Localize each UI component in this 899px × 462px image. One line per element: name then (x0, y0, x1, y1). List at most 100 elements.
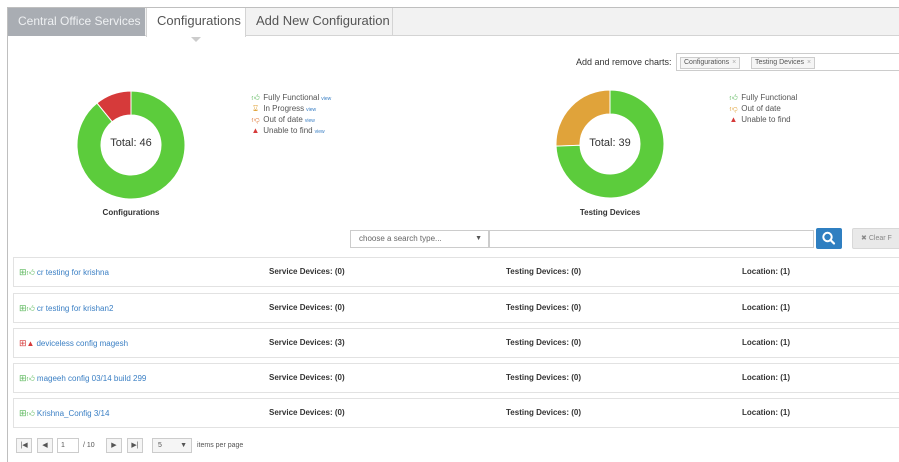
thumbs-up-icon: 👍︎ (26, 268, 35, 277)
service-devices: Service Devices: (0) (269, 408, 345, 417)
configuration-link[interactable]: mageeh config 03/14 build 299 (37, 374, 146, 383)
chip-configurations[interactable]: Configurations × (680, 57, 741, 69)
testing-devices: Testing Devices: (0) (506, 373, 581, 382)
configurations-chart-title: Configurations (102, 208, 160, 217)
page-number-input[interactable]: 1 (57, 438, 79, 453)
warning-icon: ▲ (251, 126, 260, 135)
service-devices: Service Devices: (3) (269, 338, 345, 347)
list-item[interactable]: ⊞▲ deviceless config magesh Service Devic… (13, 328, 899, 358)
last-page-button[interactable]: ▶| (127, 438, 143, 453)
location: Location: (1) (742, 267, 790, 276)
clear-filters-button[interactable]: ✖ Clear F (852, 228, 899, 249)
thumbs-up-icon: 👍︎ (26, 374, 35, 383)
page-size-select[interactable]: 5 ▼ (152, 438, 192, 453)
list-item[interactable]: ⊞👍︎ mageeh config 03/14 build 299 Service… (13, 363, 899, 393)
search-type-select[interactable]: choose a search type... ▼ (350, 230, 489, 248)
view-link[interactable]: view (315, 129, 325, 135)
location: Location: (1) (742, 408, 790, 417)
legend-item: ⌛︎ In Progress view (250, 103, 331, 114)
location: Location: (1) (742, 338, 790, 347)
legend-item: 👎︎ Out of date view (250, 114, 331, 125)
testing-devices-legend: 👍︎ Fully Functional 👎︎ Out of date ▲ Una… (728, 92, 797, 125)
warning-icon: ▲ (26, 339, 35, 348)
page-count: / 10 (83, 442, 95, 449)
thumbs-up-icon: 👍︎ (26, 304, 35, 313)
service-devices: Service Devices: (0) (269, 303, 345, 312)
tab-bar: Central Office Services Configurations A… (8, 8, 899, 42)
search-type-placeholder: choose a search type... (359, 234, 442, 243)
legend-item: ▲ Unable to find view (250, 125, 331, 136)
hourglass-icon: ⌛︎ (252, 104, 259, 113)
testing-devices-chart-title: Testing Devices (579, 208, 641, 217)
legend-label: Unable to find (741, 115, 791, 124)
page-size-value: 5 (158, 442, 162, 449)
testing-devices-total: Total: 39 (589, 137, 631, 149)
close-icon: ✖ (861, 235, 867, 242)
legend-item: 👍︎ Fully Functional view (250, 92, 331, 103)
configuration-name[interactable]: ⊞👍︎ cr testing for krishan2 (19, 294, 113, 323)
list-item[interactable]: ⊞👍︎ cr testing for krishna Service Device… (13, 257, 899, 287)
configuration-name[interactable]: ⊞👍︎ cr testing for krishna (19, 258, 109, 287)
testing-devices: Testing Devices: (0) (506, 303, 581, 312)
list-item[interactable]: ⊞👍︎ cr testing for krishan2 Service Devic… (13, 293, 899, 323)
thumbs-up-icon: 👍︎ (251, 93, 260, 102)
chip-label: Configurations (684, 59, 730, 66)
clear-label: Clear F (868, 235, 892, 242)
configurations-legend: 👍︎ Fully Functional view ⌛︎ In Progress vi… (250, 92, 331, 136)
caret-down-icon: ▼ (475, 235, 482, 242)
warning-icon: ▲ (729, 115, 738, 124)
items-per-page-label: items per page (197, 442, 244, 449)
remove-icon[interactable]: × (807, 59, 811, 66)
add-remove-charts-label: Add and remove charts: (576, 57, 672, 67)
legend-item: ▲ Unable to find (728, 114, 797, 125)
expand-icon[interactable]: ⊞ (19, 303, 27, 313)
configurations-total: Total: 46 (110, 137, 152, 149)
list-item[interactable]: ⊞👍︎ Krishna_Config 3/14 Service Devices: … (13, 398, 899, 428)
tab-configurations[interactable]: Configurations (146, 8, 246, 42)
legend-label: In Progress (263, 104, 305, 113)
location: Location: (1) (742, 373, 790, 382)
app-frame: Central Office Services Configurations A… (7, 7, 899, 462)
next-page-button[interactable]: ▶ (106, 438, 122, 453)
legend-label: Out of date (741, 104, 781, 113)
tab-add-new-configuration[interactable]: Add New Configuration (246, 8, 393, 36)
prev-page-button[interactable]: ◀ (37, 438, 53, 453)
expand-icon[interactable]: ⊞ (19, 267, 27, 277)
view-link[interactable]: view (305, 118, 315, 124)
configuration-name[interactable]: ⊞👍︎ Krishna_Config 3/14 (19, 399, 109, 428)
thumbs-up-icon: 👍︎ (729, 93, 738, 102)
thumbs-up-icon: 👍︎ (26, 409, 35, 418)
legend-label: Fully Functional (263, 93, 320, 102)
view-link[interactable]: view (306, 107, 316, 113)
service-devices: Service Devices: (0) (269, 267, 345, 276)
chip-testing-devices[interactable]: Testing Devices × (751, 57, 816, 69)
configuration-link[interactable]: cr testing for krishan2 (37, 304, 113, 313)
configuration-link[interactable]: deviceless config magesh (36, 339, 128, 348)
configuration-name[interactable]: ⊞▲ deviceless config magesh (19, 329, 128, 358)
expand-icon[interactable]: ⊞ (19, 373, 27, 383)
chip-label: Testing Devices (755, 59, 805, 66)
testing-devices: Testing Devices: (0) (506, 267, 581, 276)
tab-central-office-services[interactable]: Central Office Services (8, 8, 145, 36)
legend-label: Unable to find (263, 126, 313, 135)
search-input[interactable] (489, 230, 814, 248)
caret-down-icon: ▼ (180, 442, 187, 449)
search-button[interactable] (816, 228, 842, 249)
configuration-link[interactable]: cr testing for krishna (37, 268, 109, 277)
expand-icon[interactable]: ⊞ (19, 338, 27, 348)
legend-label: Fully Functional (741, 93, 798, 102)
expand-icon[interactable]: ⊞ (19, 408, 27, 418)
thumbs-down-icon: 👎︎ (251, 115, 260, 124)
remove-icon[interactable]: × (732, 59, 736, 66)
legend-item: 👍︎ Fully Functional (728, 92, 797, 103)
configuration-link[interactable]: Krishna_Config 3/14 (37, 409, 110, 418)
first-page-button[interactable]: |◀ (16, 438, 32, 453)
chart-multiselect[interactable]: Configurations × Testing Devices × (676, 53, 899, 71)
legend-label: Out of date (263, 115, 303, 124)
configuration-name[interactable]: ⊞👍︎ mageeh config 03/14 build 299 (19, 364, 146, 393)
service-devices: Service Devices: (0) (269, 373, 345, 382)
testing-devices: Testing Devices: (0) (506, 408, 581, 417)
location: Location: (1) (742, 303, 790, 312)
thumbs-down-icon: 👎︎ (729, 104, 738, 113)
view-link[interactable]: view (321, 96, 331, 102)
